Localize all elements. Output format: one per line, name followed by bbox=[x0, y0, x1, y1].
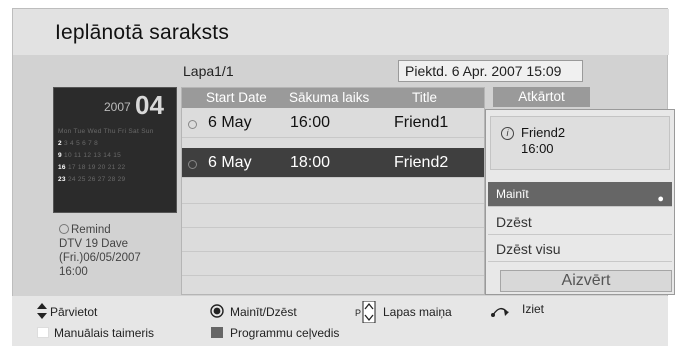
remind-label: Remind bbox=[71, 224, 111, 236]
calendar-year: 2007 bbox=[104, 100, 131, 114]
hint-exit: Iziet bbox=[522, 302, 545, 316]
col-start-time: Sākuma laiks bbox=[289, 90, 370, 105]
hint-page-change: Lapas maiņa bbox=[383, 305, 452, 319]
empty-row bbox=[182, 228, 484, 252]
info-icon: i bbox=[501, 127, 514, 140]
row-date: 6 May bbox=[208, 154, 252, 171]
row-time: 18:00 bbox=[290, 154, 331, 171]
menu-edit-label: Mainīt bbox=[496, 187, 529, 201]
hint-manual-timer: Manuālais taimeris bbox=[54, 326, 155, 340]
calendar-widget: 2007 04 Mon Tue Wed Thu Fri Sat Sun 2 3 … bbox=[53, 87, 177, 213]
clock-icon bbox=[188, 160, 197, 169]
up-down-arrows-icon bbox=[37, 303, 47, 319]
hint-edit-delete: Mainīt/Dzēst bbox=[230, 305, 297, 319]
clock-icon bbox=[188, 120, 197, 129]
remind-channel: DTV 19 Dave bbox=[59, 238, 129, 250]
calendar-week: 2 3 4 5 6 7 8 bbox=[58, 140, 99, 147]
schedule-table: Start Date Sākuma laiks Title 6 May 16:0… bbox=[181, 87, 485, 295]
hint-move: Pārvietot bbox=[50, 305, 98, 319]
row-title: Friend2 bbox=[394, 154, 449, 171]
calendar-week: 16 17 18 19 20 21 22 bbox=[58, 164, 126, 171]
table-row-selected[interactable]: 6 May 18:00 Friend2 bbox=[182, 148, 484, 178]
empty-row bbox=[182, 204, 484, 228]
col-title: Title bbox=[412, 90, 438, 105]
action-popup: i Friend2 16:00 Mainīt ● Dzēst Dzēst vis… bbox=[485, 109, 675, 295]
remind-time: 16:00 bbox=[59, 266, 88, 278]
row-date: 6 May bbox=[208, 114, 252, 131]
empty-row bbox=[182, 180, 484, 204]
grey-square-icon bbox=[211, 327, 223, 338]
calendar-week: 9 10 11 12 13 14 15 bbox=[58, 152, 122, 159]
ok-button-icon bbox=[210, 304, 224, 318]
calendar-week: 23 24 25 26 27 28 29 bbox=[58, 176, 126, 183]
title-bar: Ieplānotā saraksts bbox=[13, 9, 669, 55]
calendar-month: 04 bbox=[135, 90, 164, 120]
page-title: Ieplānotā saraksts bbox=[55, 21, 230, 44]
row-time: 16:00 bbox=[290, 114, 331, 131]
current-datetime: Piektd. 6 Apr. 2007 15:09 bbox=[398, 60, 583, 82]
page-up-down-icon: P bbox=[355, 301, 376, 323]
row-title: Friend1 bbox=[394, 114, 449, 131]
popup-info-box: i Friend2 16:00 bbox=[490, 116, 670, 170]
col-repeat: Atkārtot bbox=[493, 87, 590, 107]
col-start-date: Start Date bbox=[206, 90, 267, 105]
cursor-icon: ● bbox=[657, 193, 664, 205]
remind-info: Remind DTV 19 Dave (Fri.)06/05/2007 16:0… bbox=[59, 223, 141, 279]
table-row[interactable]: 6 May 16:00 Friend1 bbox=[182, 108, 484, 138]
white-square-icon bbox=[37, 327, 49, 338]
remind-date: (Fri.)06/05/2007 bbox=[59, 252, 141, 264]
close-button[interactable]: Aizvērt bbox=[500, 270, 672, 292]
footer-hints: Pārvietot Mainīt/Dzēst P Lapas maiņa Izi… bbox=[12, 296, 668, 346]
svg-text:P: P bbox=[355, 308, 361, 318]
hint-program-guide: Programmu ceļvedis bbox=[230, 326, 340, 340]
clock-icon bbox=[59, 224, 69, 234]
menu-delete-all[interactable]: Dzēst visu bbox=[488, 237, 672, 262]
menu-delete[interactable]: Dzēst bbox=[488, 210, 672, 235]
calendar-weekdays: Mon Tue Wed Thu Fri Sat Sun bbox=[58, 128, 154, 135]
return-icon bbox=[491, 307, 509, 317]
popup-program-title: Friend2 bbox=[521, 125, 566, 140]
page-indicator: Lapa1/1 bbox=[183, 63, 234, 79]
popup-program-time: 16:00 bbox=[521, 141, 554, 156]
empty-row bbox=[182, 252, 484, 276]
menu-edit[interactable]: Mainīt ● bbox=[488, 182, 672, 207]
table-header: Start Date Sākuma laiks Title bbox=[182, 88, 484, 108]
